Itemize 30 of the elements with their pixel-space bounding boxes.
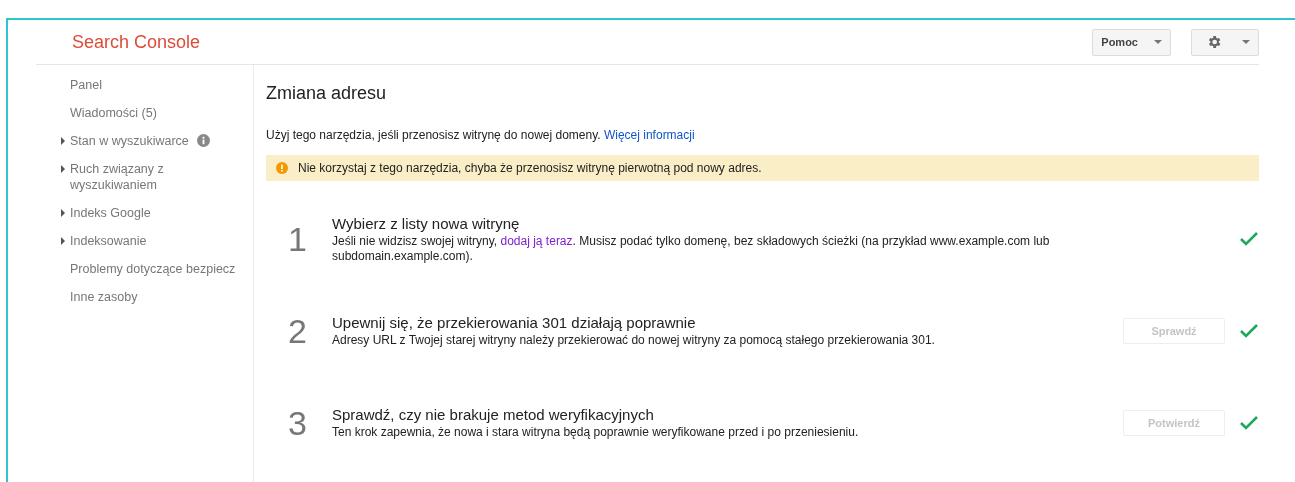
text-link[interactable]: Więcej informacji <box>603 128 695 142</box>
step-description: Ten krok zapewnia, że nowa i stara witryna będą poprawnie weryfikowane przed i po przeniesieniu. <box>332 425 860 440</box>
sidebar-item[interactable]: Problemy dotyczące bezpiecz <box>70 261 236 277</box>
warning-icon <box>276 162 288 174</box>
help-menu-button[interactable]: Pomoc <box>1092 28 1171 56</box>
intro-text: Użyj tego narzędzia, jeśli przenosisz witrynę do nowej domeny. Więcej informacji <box>266 128 696 143</box>
sidebar-item[interactable]: Wiadomości (5) <box>70 105 157 121</box>
caret-icon <box>1154 40 1162 44</box>
page-title: Zmiana adresu <box>266 83 388 104</box>
step-title: Sprawdź, czy nie brakuje metod weryfikacyjnych <box>332 406 655 423</box>
sidebar-item[interactable]: Panel <box>70 77 102 93</box>
step-title: Wybierz z listy nowa witrynę <box>332 214 521 232</box>
settings-menu-button[interactable] <box>1191 28 1259 56</box>
text-link[interactable]: dodaj ją teraz <box>500 233 573 248</box>
warning-text: Nie korzystaj z tego narzędzia, chyba że przenosisz witrynę pierwotną pod nowy adres. <box>298 161 762 175</box>
sidebar-item[interactable]: Ruch związany z wyszukiwaniem <box>70 161 250 193</box>
app-logo[interactable]: Search Console <box>72 31 201 53</box>
caret-icon <box>1242 40 1250 44</box>
step-description: Jeśli nie widzisz swojej witryny, dodaj ją teraz. Musisz podać tylko domenę, bez składowych ścieżki (na przykład www.example.com lub subdomain.example.com). <box>332 233 1051 264</box>
info-icon <box>196 134 210 147</box>
step-number: 3 <box>288 403 308 443</box>
sidebar-item[interactable]: Indeksowanie <box>70 233 147 249</box>
step-description: Adresy URL z Twojej starej witryny należy przekierować do nowej witryny za pomocą stałego przekierowania 301. <box>332 333 936 348</box>
sidebar-item[interactable]: Indeks Google <box>70 205 151 221</box>
sidebar-item[interactable]: Stan w wyszukiwarce <box>70 133 189 149</box>
step-title: Upewnij się, że przekierowania 301 działają poprawnie <box>332 314 697 331</box>
step-number: 1 <box>288 219 308 259</box>
step-number: 2 <box>288 311 308 351</box>
sidebar-item[interactable]: Inne zasoby <box>70 289 138 305</box>
settings-icon <box>1206 34 1222 50</box>
